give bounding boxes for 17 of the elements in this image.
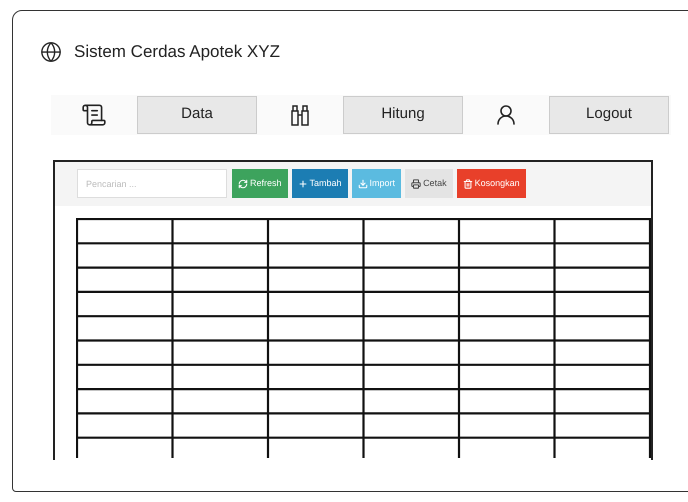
search-field[interactable]: Pencarian ... [77, 169, 227, 198]
nav-button[interactable]: Data [137, 96, 257, 134]
refresh-icon [238, 178, 248, 188]
window-title: Sistem Cerdas Apotek XYZ [74, 41, 280, 63]
binoculars-icon [289, 102, 311, 126]
add-button[interactable]: Tambah [292, 169, 348, 198]
user-icon [494, 102, 518, 126]
scroll-icon [81, 102, 107, 128]
plus-icon [298, 178, 308, 188]
printer-icon [411, 178, 422, 188]
print-button[interactable]: Cetak [405, 169, 453, 198]
delete-button[interactable]: Kosongkan [456, 169, 526, 198]
nav-button[interactable]: Hitung [343, 96, 463, 134]
download-icon [358, 178, 368, 188]
nav-button[interactable]: Logout [549, 96, 669, 134]
trash-icon [462, 178, 473, 188]
globe-icon [40, 40, 62, 63]
